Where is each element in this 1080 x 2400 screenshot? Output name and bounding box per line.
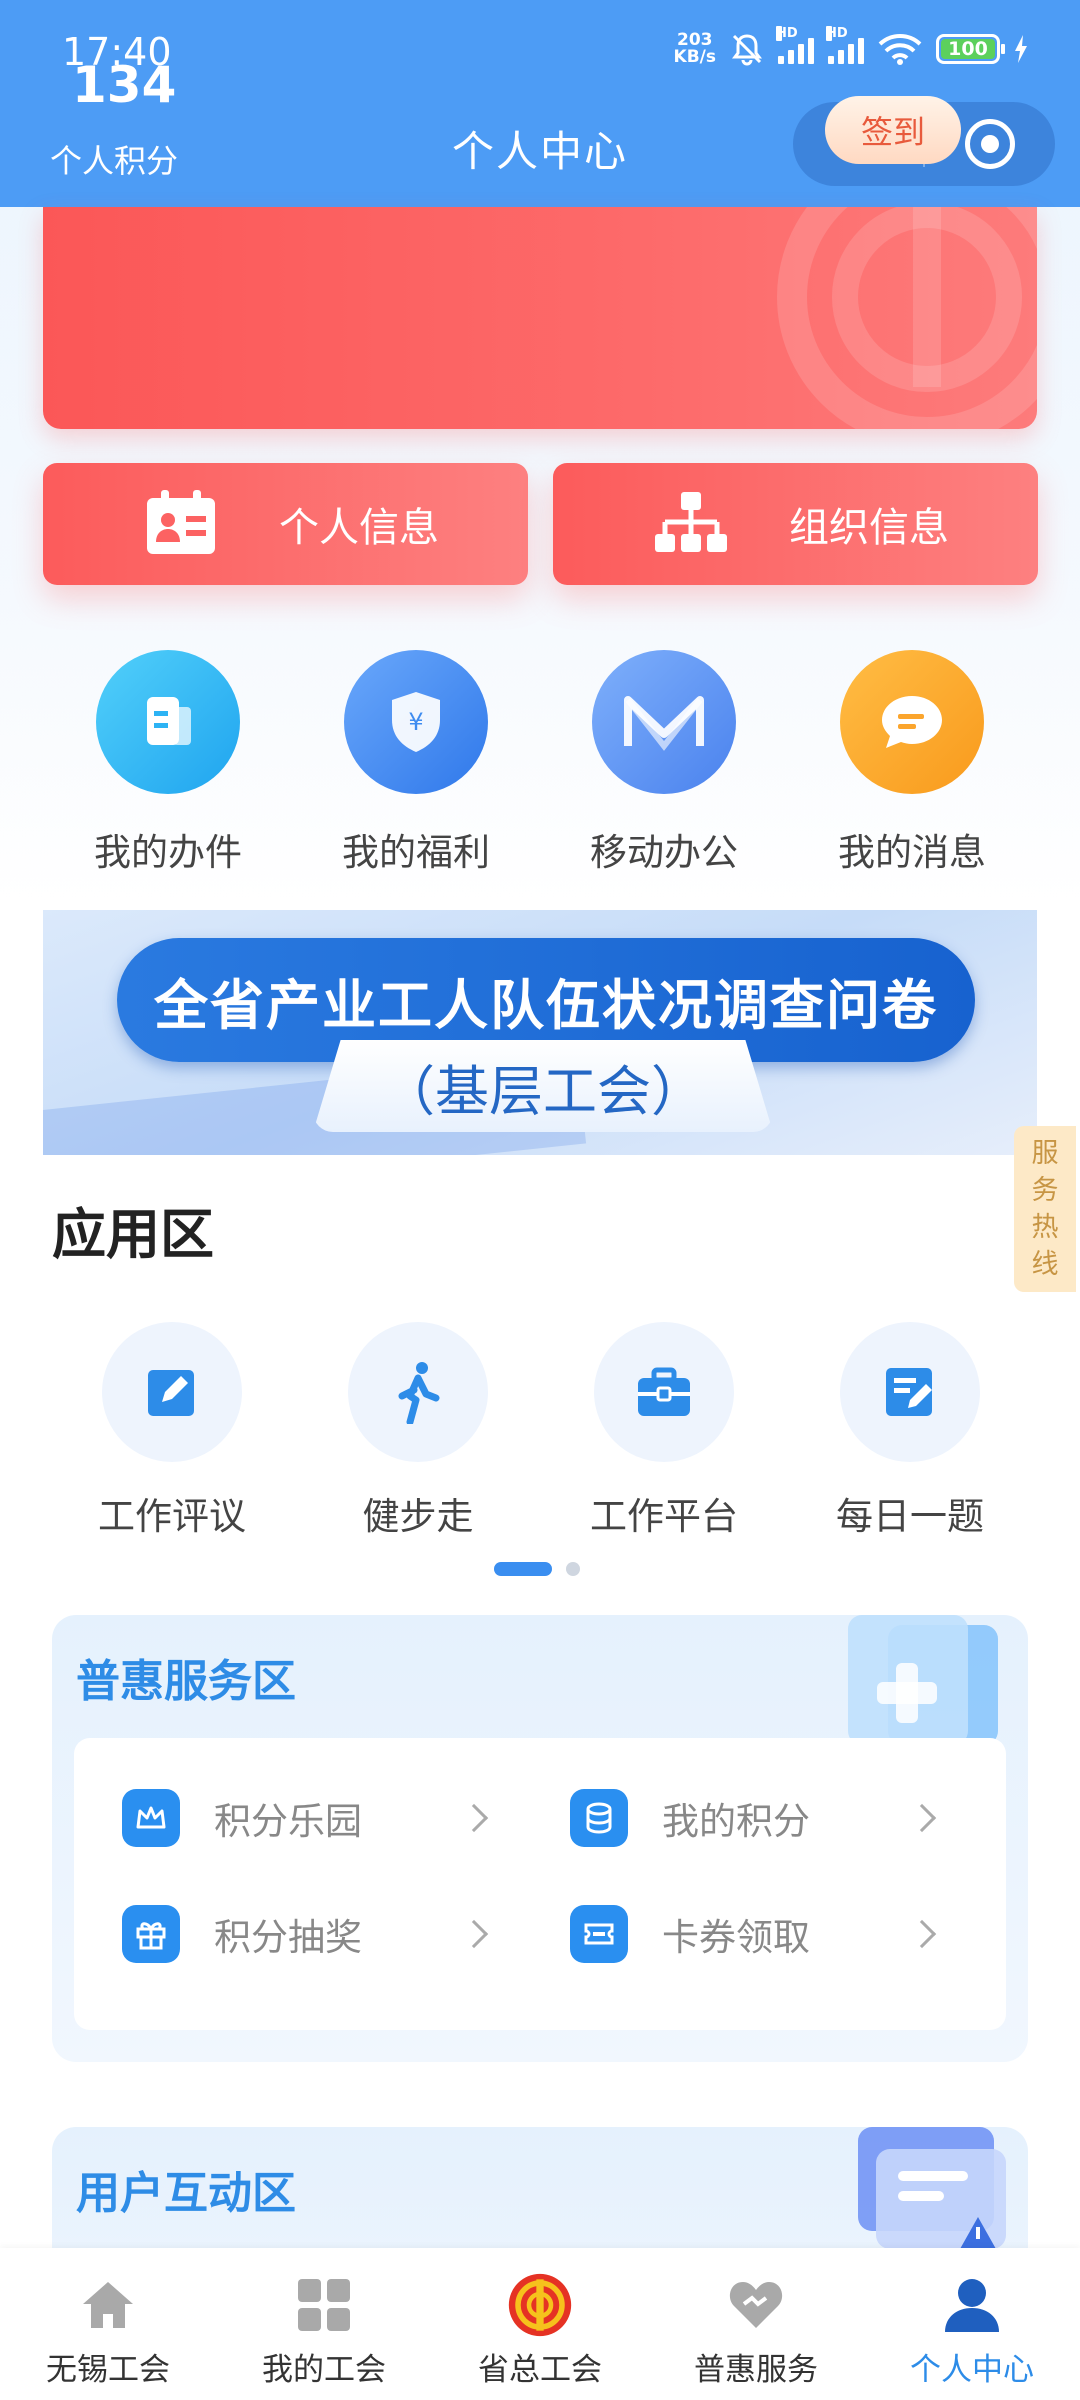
service-label: 我的积分 (662, 1800, 810, 1843)
battery-level: 100 (948, 38, 988, 60)
banner-subtitle: （基层工会） (313, 1040, 773, 1132)
points-label: 个人积分 (50, 142, 179, 180)
chevron-right-icon (459, 1919, 489, 1949)
benefit-list: 积分乐园 我的积分 积分抽奖 卡券领取 (74, 1738, 1006, 2030)
target-icon (965, 119, 1015, 169)
quick-link-label: 我的办件 (94, 831, 242, 874)
hotline-char: 务 (1031, 1175, 1059, 1206)
hotline-char: 服 (1031, 1138, 1059, 1169)
app-daily-question[interactable]: 每日一题 (795, 1322, 1025, 1540)
speed-unit: KB/s (673, 47, 716, 67)
svg-text:¥: ¥ (408, 708, 423, 736)
benefit-section-title: 普惠服务区 (76, 1656, 296, 1707)
edit-icon (102, 1322, 242, 1462)
nav-label: 普惠服务 (694, 2352, 818, 2388)
grid-icon (291, 2272, 357, 2338)
quiz-icon (840, 1322, 980, 1462)
apps-page-indicator (494, 1562, 580, 1576)
page-dot (566, 1562, 580, 1576)
survey-banner[interactable]: 全省产业工人队伍状况调查问卷 （基层工会） (43, 910, 1037, 1155)
checkin-button[interactable]: 签到 (825, 96, 961, 164)
chevron-right-icon (459, 1803, 489, 1833)
points-card (43, 207, 1037, 429)
service-hotline-tab[interactable]: 服 务 热 线 (1014, 1126, 1076, 1292)
coupon-icon (570, 1905, 628, 1963)
gift-icon (122, 1905, 180, 1963)
quick-link-mobile-office[interactable]: 移动办公 (564, 650, 764, 876)
signal-1-icon: HD (776, 26, 814, 64)
feedback-card-icon (858, 2127, 1006, 2249)
hd-label-2: HD (826, 26, 848, 41)
benefit-section: 普惠服务区 积分乐园 我的积分 积分抽奖 卡券领取 (52, 1615, 1028, 2062)
service-points-park[interactable]: 积分乐园 (74, 1778, 504, 1858)
coin-stack-icon (570, 1789, 628, 1847)
service-label: 积分乐园 (214, 1800, 362, 1843)
union-emblem-icon (777, 207, 1037, 429)
message-icon (840, 650, 984, 794)
app-label: 工作平台 (590, 1495, 738, 1538)
nav-label: 个人中心 (910, 2352, 1034, 2388)
m-logo-icon (592, 650, 736, 794)
briefcase-icon (594, 1322, 734, 1462)
service-my-points[interactable]: 我的积分 (522, 1778, 952, 1858)
app-label: 每日一题 (836, 1495, 984, 1538)
personal-info-button[interactable]: 个人信息 (43, 463, 528, 585)
status-icons: 203 KB/s HD HD 100 (674, 26, 1028, 66)
hotline-char: 热 (1031, 1212, 1059, 1243)
nav-provincial-union[interactable]: 省总工会 (432, 2248, 648, 2400)
service-label: 卡券领取 (662, 1916, 810, 1959)
chevron-right-icon (907, 1919, 937, 1949)
org-chart-icon (655, 492, 727, 552)
document-icon (96, 650, 240, 794)
nav-wuxi-union[interactable]: 无锡工会 (0, 2248, 216, 2400)
walking-icon (348, 1322, 488, 1462)
app-label: 工作评议 (98, 1495, 246, 1538)
quick-link-my-welfare[interactable]: ¥ 我的福利 (316, 650, 516, 876)
page-dot-active (494, 1562, 552, 1576)
quick-link-label: 我的消息 (838, 831, 986, 874)
quick-link-my-cases[interactable]: 我的办件 (68, 650, 268, 876)
hotline-char: 线 (1031, 1249, 1059, 1280)
apps-section-title: 应用区 (52, 1203, 214, 1266)
service-coupon-claim[interactable]: 卡券领取 (522, 1894, 952, 1974)
signal-2-icon: HD (826, 26, 864, 64)
medical-card-icon (848, 1615, 998, 1745)
app-work-review[interactable]: 工作评议 (57, 1322, 287, 1540)
mute-bell-icon (732, 34, 762, 66)
quick-link-my-messages[interactable]: 我的消息 (812, 650, 1012, 876)
bottom-navigation: 无锡工会 我的工会 省总工会 普惠服务 个人中心 (0, 2248, 1080, 2400)
wifi-icon (878, 34, 922, 65)
app-label: 健步走 (362, 1495, 474, 1538)
union-logo-icon (507, 2272, 573, 2338)
id-card-icon (147, 490, 215, 554)
charging-icon (1015, 35, 1027, 63)
nav-label: 我的工会 (262, 2352, 386, 2388)
points-value: 134 (72, 56, 177, 114)
app-work-platform[interactable]: 工作平台 (549, 1322, 779, 1540)
nav-my-union[interactable]: 我的工会 (216, 2248, 432, 2400)
org-info-button[interactable]: 组织信息 (553, 463, 1038, 585)
personal-info-label: 个人信息 (279, 505, 439, 551)
service-label: 积分抽奖 (214, 1916, 362, 1959)
interaction-section-title: 用户互动区 (76, 2168, 296, 2219)
quick-link-label: 移动办公 (590, 831, 738, 874)
nav-personal-center[interactable]: 个人中心 (864, 2248, 1080, 2400)
service-points-lottery[interactable]: 积分抽奖 (74, 1894, 504, 1974)
heart-icon (723, 2272, 789, 2338)
hd-label: HD (776, 26, 798, 41)
app-walking[interactable]: 健步走 (303, 1322, 533, 1540)
org-info-label: 组织信息 (789, 505, 949, 551)
battery-icon: 100 (936, 34, 1005, 64)
nav-benefit-services[interactable]: 普惠服务 (648, 2248, 864, 2400)
nav-label: 无锡工会 (46, 2352, 170, 2388)
home-icon (75, 2272, 141, 2338)
yuan-shield-icon: ¥ (344, 650, 488, 794)
chevron-right-icon (907, 1803, 937, 1833)
network-speed: 203 KB/s (674, 32, 716, 66)
quick-link-label: 我的福利 (342, 831, 490, 874)
nav-label: 省总工会 (478, 2352, 602, 2388)
crown-icon (122, 1789, 180, 1847)
user-icon (939, 2272, 1005, 2338)
